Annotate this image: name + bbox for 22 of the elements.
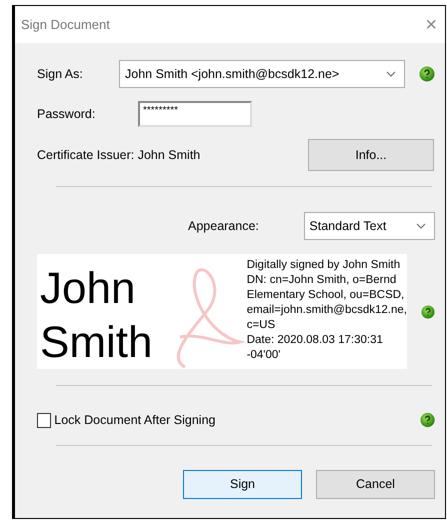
certificate-issuer-text: Certificate Issuer: John Smith	[37, 146, 202, 164]
field-label: Appearance:	[188, 218, 260, 235]
dialog-button[interactable]: Cancel	[316, 470, 435, 499]
field-label: Password:	[37, 106, 96, 123]
help-icon[interactable]	[421, 304, 435, 320]
password-field[interactable]: *********	[138, 101, 252, 127]
help-icon[interactable]	[419, 66, 435, 82]
field-label: Sign As:	[37, 66, 84, 83]
checkbox[interactable]	[37, 412, 52, 428]
chevron-icon	[386, 71, 396, 77]
checkbox-label[interactable]: Lock Document After Signing	[54, 410, 406, 430]
chevron-icon	[416, 223, 426, 229]
info-button[interactable]: Info...	[308, 139, 434, 171]
help-icon[interactable]	[420, 412, 435, 428]
signature-name: Smith	[40, 317, 154, 369]
close-button[interactable]: ×	[423, 14, 439, 34]
appearance-dropdown[interactable]: Standard Text	[304, 212, 435, 240]
dialog-button[interactable]: Sign	[183, 470, 302, 499]
window-title: Sign Document	[21, 16, 110, 34]
signature-details: Digitally signed by John Smith DN: cn=John Smith, o=Bernd Elementary School, ou=BCSD, email=john.smith@bcsdk12.ne, c=US Date: 2020.08.03 17:30:31 -04'00'	[246, 258, 407, 363]
sign-as-dropdown[interactable]: John Smith <john.smith@bcsdk12.ne>	[119, 60, 405, 88]
signature-name: John	[40, 263, 136, 315]
